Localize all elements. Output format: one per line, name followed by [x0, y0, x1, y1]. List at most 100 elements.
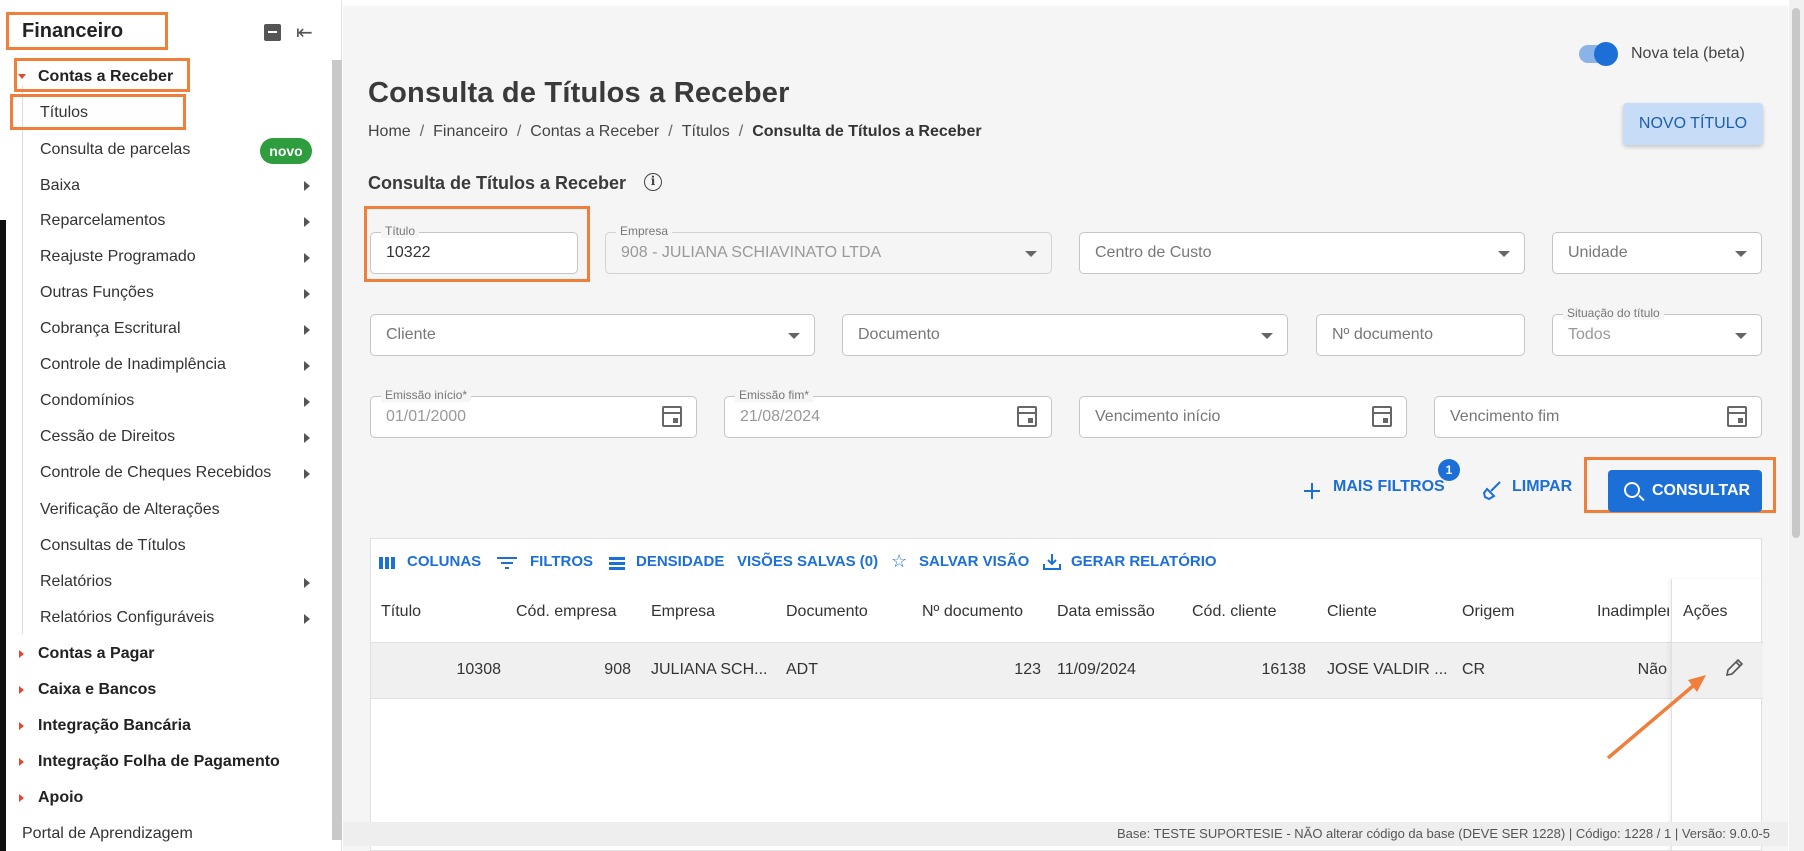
sidebar-item-reparcelamentos[interactable]: Reparcelamentos	[40, 210, 165, 232]
sidebar-item-reajuste[interactable]: Reajuste Programado	[40, 246, 196, 268]
sidebar-item-relatorios-config[interactable]: Relatórios Configuráveis	[40, 607, 214, 629]
breadcrumb-home[interactable]: Home	[368, 123, 411, 140]
situacao-label: Situação do título	[1563, 306, 1664, 320]
sidebar-item-cheques[interactable]: Controle de Cheques Recebidos	[40, 462, 271, 484]
breadcrumb-financeiro[interactable]: Financeiro	[433, 123, 508, 140]
col-header-empresa[interactable]: Empresa	[651, 603, 715, 621]
sidebar-item-portal[interactable]: Portal de Aprendizagem	[22, 823, 193, 845]
emissao-fim-label: Emissão fim*	[735, 388, 814, 402]
page-title: Consulta de Títulos a Receber	[368, 77, 790, 109]
more-filters-button[interactable]: MAIS FILTROS	[1333, 478, 1445, 496]
col-header-cliente[interactable]: Cliente	[1327, 603, 1377, 621]
columns-button[interactable]: COLUNAS	[407, 553, 481, 570]
col-header-data-emissao[interactable]: Data emissão	[1057, 603, 1155, 621]
calendar-icon[interactable]	[1727, 406, 1747, 427]
col-header-cod-empresa[interactable]: Cód. empresa	[516, 603, 617, 621]
sidebar-section-contas-receber[interactable]: Contas a Receber	[38, 66, 173, 88]
consultar-button[interactable]: CONSULTAR	[1608, 470, 1762, 512]
tree-guide-line	[22, 86, 23, 634]
centro-custo-select[interactable]: Centro de Custo	[1079, 232, 1525, 274]
collapse-sidebar-icon[interactable]: ⇤	[296, 20, 313, 45]
sidebar-item-outras-funcoes[interactable]: Outras Funções	[40, 282, 154, 304]
n-documento-input[interactable]: Nº documento	[1316, 314, 1525, 356]
sidebar-section-apoio[interactable]: Apoio	[38, 787, 83, 809]
collapse-all-icon[interactable]	[264, 24, 281, 41]
breadcrumb-titulos[interactable]: Títulos	[682, 123, 730, 140]
download-icon	[1043, 554, 1061, 570]
page-scrollbar[interactable]	[1789, 0, 1804, 851]
sidebar-section-contas-pagar[interactable]: Contas a Pagar	[38, 643, 154, 665]
caret-right-icon	[19, 758, 24, 766]
vencimento-inicio-input[interactable]: Vencimento início	[1079, 396, 1407, 438]
chevron-down-icon	[1025, 251, 1037, 257]
submenu-arrow-icon	[304, 433, 310, 443]
status-bar: Base: TESTE SUPORTESIE - NÃO alterar cód…	[343, 822, 1788, 846]
cell-data-emissao: 11/09/2024	[1057, 661, 1136, 678]
saved-views-button[interactable]: VISÕES SALVAS (0)	[737, 553, 878, 570]
sidebar-item-consultas-titulos[interactable]: Consultas de Títulos	[40, 535, 186, 557]
sidebar-item-cobranca[interactable]: Cobrança Escritural	[40, 318, 181, 340]
density-button[interactable]: DENSIDADE	[636, 553, 724, 570]
submenu-arrow-icon	[304, 578, 310, 588]
col-header-titulo[interactable]: Título	[381, 603, 421, 621]
generate-report-button[interactable]: GERAR RELATÓRIO	[1071, 553, 1217, 570]
cliente-select[interactable]: Cliente	[370, 314, 815, 356]
breadcrumb: Home / Financeiro / Contas a Receber / Títulos…	[368, 123, 982, 140]
empresa-select[interactable]: Empresa 908 - JULIANA SCHIAVINATO LTDA	[605, 224, 1052, 274]
submenu-arrow-icon	[304, 361, 310, 371]
empresa-label: Empresa	[616, 224, 673, 238]
documento-select[interactable]: Documento	[842, 314, 1288, 356]
chevron-down-icon	[1735, 333, 1747, 339]
calendar-icon[interactable]	[1372, 406, 1392, 427]
situacao-value: Todos	[1568, 326, 1611, 343]
titulo-field[interactable]: Título 10322	[370, 224, 578, 274]
filters-button[interactable]: FILTROS	[530, 553, 593, 570]
sidebar-section-integracao-bancaria[interactable]: Integração Bancária	[38, 715, 191, 737]
plus-icon	[1304, 483, 1320, 499]
caret-down-icon	[18, 74, 26, 79]
sidebar-item-titulos[interactable]: Títulos	[40, 102, 88, 124]
sidebar-item-relatorios[interactable]: Relatórios	[40, 571, 112, 593]
emissao-fim-input[interactable]: Emissão fim* 21/08/2024	[724, 388, 1052, 438]
unidade-placeholder: Unidade	[1568, 244, 1628, 261]
submenu-arrow-icon	[304, 325, 310, 335]
centro-custo-placeholder: Centro de Custo	[1095, 244, 1212, 261]
vencimento-fim-input[interactable]: Vencimento fim	[1434, 396, 1762, 438]
caret-right-icon	[19, 650, 24, 658]
cell-origem: CR	[1462, 661, 1486, 678]
clear-button[interactable]: LIMPAR	[1512, 478, 1572, 496]
sidebar-item-verificacao[interactable]: Verificação de Alterações	[40, 499, 220, 521]
new-title-button[interactable]: NOVO TÍTULO	[1623, 103, 1763, 145]
emissao-inicio-input[interactable]: Emissão início* 01/01/2000	[370, 388, 697, 438]
col-header-cod-cliente[interactable]: Cód. cliente	[1192, 603, 1277, 621]
columns-icon	[379, 557, 395, 569]
sidebar-item-baixa[interactable]: Baixa	[40, 175, 80, 197]
breadcrumb-current: Consulta de Títulos a Receber	[752, 123, 982, 140]
submenu-arrow-icon	[304, 289, 310, 299]
col-header-origem[interactable]: Origem	[1462, 603, 1514, 621]
edit-pencil-icon[interactable]	[1723, 657, 1745, 679]
col-header-n-documento[interactable]: Nº documento	[922, 603, 1023, 621]
unidade-select[interactable]: Unidade	[1552, 232, 1762, 274]
breadcrumb-contas-receber[interactable]: Contas a Receber	[530, 123, 659, 140]
save-view-button[interactable]: SALVAR VISÃO	[919, 553, 1029, 570]
new-screen-toggle[interactable]	[1579, 42, 1618, 66]
sidebar-item-cessao[interactable]: Cessão de Direitos	[40, 426, 175, 448]
sidebar-section-folha[interactable]: Integração Folha de Pagamento	[38, 751, 280, 773]
cell-empresa: JULIANA SCH...	[651, 661, 768, 678]
sidebar-item-inadimplencia[interactable]: Controle de Inadimplência	[40, 354, 226, 376]
sidebar-scrollbar[interactable]	[332, 60, 342, 840]
info-icon[interactable]: i	[644, 173, 662, 191]
calendar-icon[interactable]	[662, 406, 682, 427]
calendar-icon[interactable]	[1017, 406, 1037, 427]
sidebar-section-caixa[interactable]: Caixa e Bancos	[38, 679, 156, 701]
col-header-documento[interactable]: Documento	[786, 603, 868, 621]
filter-icon	[497, 557, 517, 569]
sidebar-item-condominios[interactable]: Condomínios	[40, 390, 134, 412]
col-header-inadimplencia[interactable]: Inadimpler	[1597, 603, 1669, 621]
chevron-down-icon	[788, 333, 800, 339]
situacao-select[interactable]: Situação do título Todos	[1552, 306, 1762, 356]
sidebar-item-consulta-parcelas[interactable]: Consulta de parcelas	[40, 139, 190, 161]
cell-titulo: 10308	[456, 661, 502, 678]
caret-right-icon	[19, 686, 24, 694]
